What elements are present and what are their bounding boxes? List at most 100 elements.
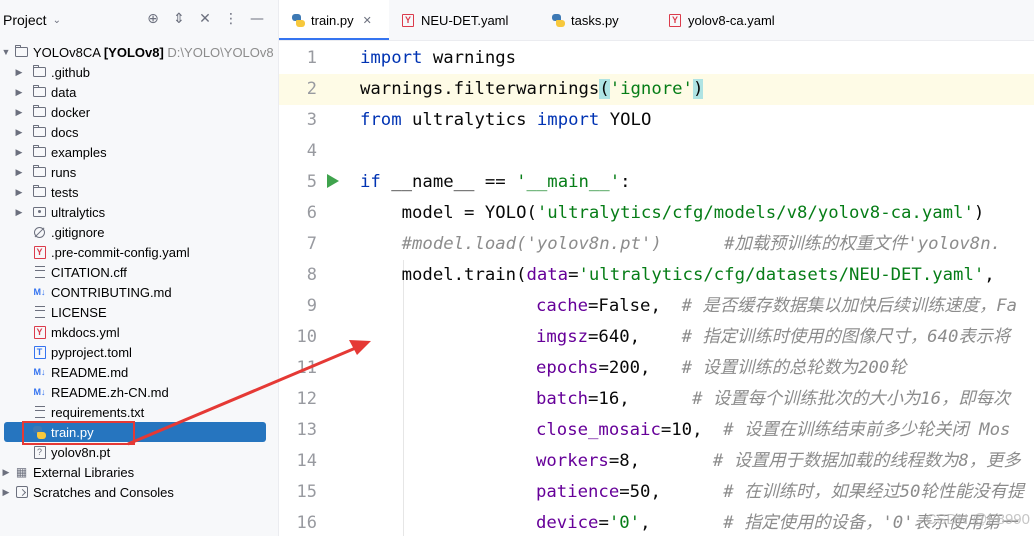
hide-panel-icon[interactable]: — <box>249 11 265 27</box>
tree-item-label: CITATION.cff <box>51 264 127 280</box>
code-line-10: imgsz=640, # 指定训练时使用的图像尺寸，640表示将 <box>536 327 1011 347</box>
tree-item-label: train.py <box>51 424 94 440</box>
chevron-right-icon[interactable]: ▶ <box>14 207 24 218</box>
chevron-down-icon[interactable]: ▼ <box>1 47 11 57</box>
chevron-right-icon[interactable]: ▶ <box>14 67 24 78</box>
tab-tasks-py[interactable]: tasks.py <box>551 0 619 40</box>
package-icon <box>32 205 47 219</box>
chevron-down-icon[interactable]: ⌄ <box>53 15 61 26</box>
tree-item-label: ultralytics <box>51 204 106 220</box>
tree-root[interactable]: ▼ YOLOv8CA [YOLOv8] D:\YOLO\YOLOv8 <box>0 42 278 62</box>
chevron-right-icon[interactable]: ▶ <box>14 147 24 158</box>
tab-yolov8-ca-yaml[interactable]: Y yolov8-ca.yaml <box>668 0 775 40</box>
chevron-right-icon[interactable]: ▶ <box>14 87 24 98</box>
yaml-file-icon: Y <box>668 13 682 27</box>
tree-item-label: .gitignore <box>51 224 105 240</box>
tree-item-readme-zh-cn-md[interactable]: M↓ README.zh-CN.md <box>0 382 278 402</box>
tree-item-data[interactable]: ▶ data <box>0 82 278 102</box>
line-number: 16 <box>296 513 317 533</box>
line-number: 2 <box>306 79 317 99</box>
code-line-12: batch=16, # 设置每个训练批次的大小为16，即每次 <box>536 389 1011 409</box>
code-line-7: #model.load('yolov8n.pt') #加载预训练的权重文件'yo… <box>360 234 1002 254</box>
tree-item-label: README.zh-CN.md <box>51 384 169 400</box>
code-line-8: model.train(data='ultralytics/cfg/datase… <box>360 265 995 285</box>
tree-item-label: requirements.txt <box>51 404 145 420</box>
line-number: 11 <box>296 358 317 378</box>
markdown-file-icon: M↓ <box>33 367 46 377</box>
line-number: 5 <box>306 172 317 192</box>
line-number: 9 <box>306 296 317 316</box>
tree-item-pyproject-toml[interactable]: Tpyproject.toml <box>0 342 278 362</box>
chevron-right-icon[interactable]: ▶ <box>14 127 24 138</box>
line-number: 13 <box>296 420 317 440</box>
tree-item-license[interactable]: LICENSE <box>0 302 278 322</box>
tree-item-docker[interactable]: ▶ docker <box>0 102 278 122</box>
tree-item-label: pyproject.toml <box>51 344 132 360</box>
tree-item-tests[interactable]: ▶ tests <box>0 182 278 202</box>
tree-item-runs[interactable]: ▶ runs <box>0 162 278 182</box>
tree-item-readme-md[interactable]: M↓ README.md <box>0 362 278 382</box>
tree-item-gitignore[interactable]: .gitignore <box>0 222 278 242</box>
tab-label: yolov8-ca.yaml <box>688 12 775 28</box>
folder-icon <box>32 145 47 159</box>
chevron-right-icon[interactable]: ▶ <box>14 187 24 198</box>
tab-neu-det-yaml[interactable]: Y NEU-DET.yaml <box>401 0 508 40</box>
tree-item-examples[interactable]: ▶ examples <box>0 142 278 162</box>
chevron-right-icon[interactable]: ▶ <box>14 167 24 178</box>
tab-label: train.py <box>311 12 354 28</box>
tree-item-mkdocs-yml[interactable]: Ymkdocs.yml <box>0 322 278 342</box>
folder-icon <box>32 125 47 139</box>
tree-item-pre-commit-config-yaml[interactable]: Y .pre-commit-config.yaml <box>0 242 278 262</box>
project-panel-header: Project ⌄ ⊕ ⇕ ✕ ⋮ — <box>0 0 278 40</box>
tree-external-libraries[interactable]: ▶ ▦ External Libraries <box>0 462 278 482</box>
ignore-file-icon <box>32 225 47 239</box>
watermark: CSDN @F8990 <box>925 511 1030 528</box>
tree-item-github[interactable]: ▶ .github <box>0 62 278 82</box>
code-editor[interactable]: 1 2 3 4 5 6 7 8 9 10 11 12 13 14 15 16 import warnings … <box>279 41 1034 536</box>
folder-icon <box>32 165 47 179</box>
tree-item-contributing-md[interactable]: M↓ CONTRIBUTING.md <box>0 282 278 302</box>
chevron-right-icon[interactable]: ▶ <box>1 467 11 478</box>
tree-item-label: CONTRIBUTING.md <box>51 284 172 300</box>
root-module: [YOLOv8] <box>103 44 164 60</box>
close-icon[interactable]: ✕ <box>363 14 372 27</box>
tab-train-py[interactable]: train.py ✕ <box>279 0 389 40</box>
code-line-6: model = YOLO('ultralytics/cfg/models/v8/… <box>360 203 985 223</box>
expand-all-icon[interactable]: ⇕ <box>171 11 187 27</box>
collapse-all-icon[interactable]: ✕ <box>197 11 213 27</box>
scratches-icon <box>14 485 29 499</box>
tree-item-train-py[interactable]: train.py <box>4 422 266 442</box>
tree-item-label: runs <box>51 164 77 180</box>
code-line-5: if __name__ == '__main__': <box>360 172 631 192</box>
tab-label: tasks.py <box>571 12 619 28</box>
code-line-1: import warnings <box>360 48 517 68</box>
line-number: 4 <box>306 141 317 161</box>
tree-item-docs[interactable]: ▶ docs <box>0 122 278 142</box>
line-number: 15 <box>296 482 317 502</box>
chevron-right-icon[interactable]: ▶ <box>1 487 11 498</box>
tree-item-label: LICENSE <box>51 304 107 320</box>
run-icon[interactable] <box>327 174 339 188</box>
external-libraries-label: External Libraries <box>33 464 135 480</box>
scratches-label: Scratches and Consoles <box>33 484 174 500</box>
python-file-icon <box>551 13 565 27</box>
tree-item-yolov8n-pt[interactable]: ? yolov8n.pt <box>0 442 278 462</box>
tree-scratches[interactable]: ▶ Scratches and Consoles <box>0 482 278 502</box>
tree-item-requirements-txt[interactable]: requirements.txt <box>0 402 278 422</box>
line-number: 7 <box>306 234 317 254</box>
markdown-file-icon: M↓ <box>33 387 46 397</box>
locate-icon[interactable]: ⊕ <box>145 11 161 27</box>
tree-item-label: docker <box>51 104 91 120</box>
code-line-9: cache=False, # 是否缓存数据集以加快后续训练速度，Fa <box>536 296 1018 316</box>
line-number: 14 <box>296 451 317 471</box>
project-title[interactable]: Project <box>3 12 47 28</box>
chevron-right-icon[interactable]: ▶ <box>14 107 24 118</box>
folder-icon <box>32 85 47 99</box>
folder-icon <box>14 45 29 59</box>
tree-item-ultralytics[interactable]: ▶ ultralytics <box>0 202 278 222</box>
unknown-file-icon: ? <box>32 445 47 459</box>
line-number: 12 <box>296 389 317 409</box>
yaml-file-icon: Y <box>32 245 47 259</box>
tree-item-citation-cff[interactable]: CITATION.cff <box>0 262 278 282</box>
more-options-icon[interactable]: ⋮ <box>223 11 239 27</box>
